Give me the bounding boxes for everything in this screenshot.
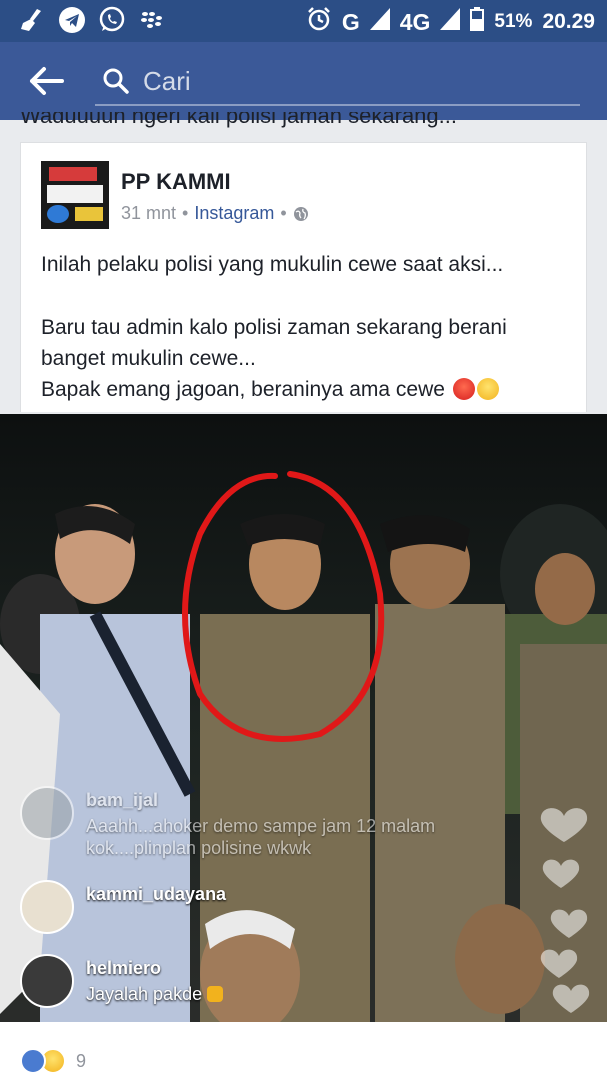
alarm-icon <box>306 6 332 38</box>
post-paragraph-3: Bapak emang jagoan, beraninya ama cewe <box>41 374 571 405</box>
previous-post-text: Waduuuuh ngeri kali polisi jaman sekaran… <box>20 112 457 128</box>
whatsapp-icon <box>98 6 126 34</box>
comment-text-line-2: kok....plinplan polisine wkwk <box>86 838 312 858</box>
commenter-avatar <box>20 954 74 1008</box>
battery-icon <box>470 7 485 37</box>
post-footer: 9 <box>0 1022 607 1080</box>
floating-hearts <box>529 796 599 1026</box>
post-paragraph-1: Inilah pelaku polisi yang mukulin cewe s… <box>41 253 504 276</box>
meta-separator-2: • <box>280 203 287 223</box>
network-4g-label: 4G <box>399 8 431 35</box>
commenter-avatar <box>20 786 74 840</box>
search-input[interactable]: Cari <box>95 58 580 106</box>
post-card: PP KAMMI 31 mnt • Instagram • Inilah pel… <box>20 142 587 412</box>
annoyed-face-emoji-icon <box>476 378 499 400</box>
page-avatar[interactable] <box>41 161 109 229</box>
heart-icon <box>552 984 590 1013</box>
meta-separator: • <box>182 203 189 223</box>
commenter-avatar <box>20 880 74 934</box>
signal-icon-2 <box>440 8 461 36</box>
post-paragraph-2b: banget mukulin cewe... <box>41 347 256 370</box>
comment-text: Aaahh...ahoker demo sampe jam 12 malam <box>86 816 436 836</box>
post-source[interactable]: Instagram <box>194 203 274 224</box>
commenter-name: helmiero <box>86 958 162 978</box>
live-comment: bam_ijal Aaahh...ahoker demo sampe jam 1… <box>20 786 490 858</box>
live-comment: kammi_udayana <box>20 880 490 934</box>
commenter-name: kammi_udayana <box>86 884 227 904</box>
reaction-count: 9 <box>76 1050 87 1071</box>
globe-icon <box>293 206 309 222</box>
reactions-summary[interactable]: 9 <box>20 1048 86 1074</box>
page-name[interactable]: PP KAMMI <box>121 169 231 195</box>
broom-icon <box>18 6 46 34</box>
blackberry-icon <box>138 6 166 34</box>
search-placeholder: Cari <box>143 66 191 96</box>
comment-text: Jayalah pakde <box>86 984 224 1005</box>
back-arrow-icon[interactable] <box>28 66 64 96</box>
post-photo[interactable]: bam_ijal Aaahh...ahoker demo sampe jam 1… <box>0 414 607 1022</box>
status-bar: G 4G 51% 20.29 <box>0 0 607 42</box>
network-type-label: G <box>341 8 360 35</box>
signal-icon <box>369 8 390 36</box>
search-header: Cari <box>0 42 607 120</box>
post-paragraph-2a: Baru tau admin kalo polisi zaman sekaran… <box>41 316 507 339</box>
heart-icon <box>550 909 588 938</box>
live-comment: helmiero Jayalah pakde <box>20 954 490 1008</box>
like-reaction-icon <box>20 1048 46 1074</box>
battery-percent: 51% <box>494 11 533 32</box>
heart-icon <box>540 949 578 978</box>
angry-face-emoji-icon <box>452 378 475 400</box>
commenter-name: bam_ijal <box>86 790 159 810</box>
post-time[interactable]: 31 mnt <box>121 203 176 224</box>
heart-icon <box>542 859 580 888</box>
search-icon <box>103 68 129 94</box>
clap-emoji-icon <box>207 986 224 1002</box>
clock: 20.29 <box>542 10 595 33</box>
telegram-icon <box>58 6 86 34</box>
post-body: Inilah pelaku polisi yang mukulin cewe s… <box>41 249 571 405</box>
post-meta: 31 mnt • Instagram • <box>121 203 309 224</box>
heart-icon <box>540 808 588 842</box>
